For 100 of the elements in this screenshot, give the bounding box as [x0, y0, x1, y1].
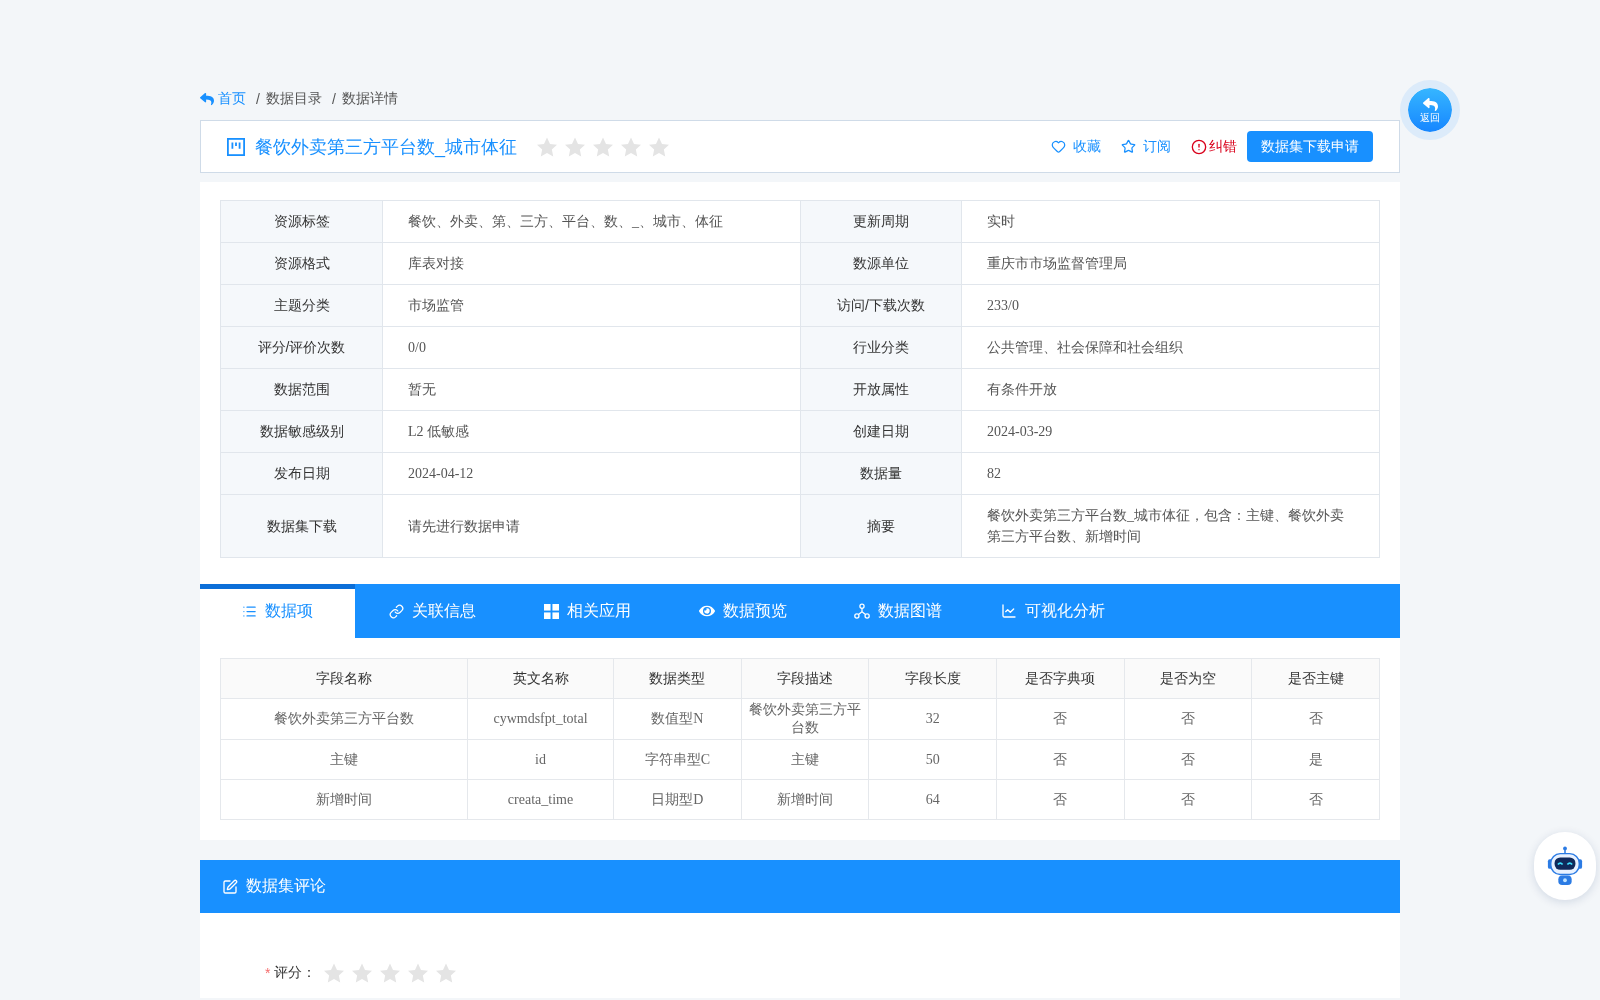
info-value: 实时	[962, 201, 1380, 243]
tab[interactable]: 数据图谱	[820, 584, 975, 638]
back-button[interactable]: 返回	[1400, 80, 1460, 140]
star-icon	[565, 136, 585, 157]
star-icon	[649, 136, 669, 157]
table-cell: 日期型D	[614, 780, 742, 820]
table-cell: 主键	[221, 740, 468, 780]
star-icon	[621, 136, 641, 157]
info-label: 数源单位	[801, 243, 962, 285]
board-icon	[227, 137, 245, 156]
alert-circle-icon	[1191, 138, 1207, 155]
tab[interactable]: 数据项	[200, 584, 355, 638]
star-icon[interactable]	[352, 963, 373, 983]
breadcrumb-separator: /	[331, 91, 336, 107]
info-label: 资源格式	[221, 243, 383, 285]
table-cell: 否	[1252, 699, 1380, 740]
table-cell: 餐饮外卖第三方平台数	[221, 699, 468, 740]
breadcrumb-link[interactable]: 首页	[200, 90, 246, 108]
column-header: 字段描述	[741, 659, 870, 699]
info-value: L2 低敏感	[383, 411, 801, 453]
download-request-button[interactable]: 数据集下载申请	[1247, 131, 1373, 162]
nodes-icon	[853, 603, 870, 619]
report-error-link[interactable]: 纠错	[1191, 137, 1237, 156]
column-header: 是否为空	[1124, 659, 1253, 699]
line-chart-icon	[1000, 603, 1017, 619]
info-value: 暂无	[383, 369, 801, 411]
table-cell: id	[468, 740, 614, 780]
info-label: 访问/下载次数	[801, 285, 962, 327]
star-icon	[537, 136, 557, 157]
heart-icon	[1051, 139, 1066, 154]
reply-arrow-icon	[200, 92, 214, 106]
star-icon[interactable]	[408, 963, 429, 983]
info-label: 数据量	[801, 453, 962, 495]
table-cell: 64	[869, 780, 997, 820]
info-label: 创建日期	[801, 411, 962, 453]
table-cell: 32	[869, 699, 997, 740]
table-cell: 主键	[741, 740, 870, 780]
info-value: 0/0	[383, 327, 801, 369]
table-cell: 50	[869, 740, 997, 780]
star-icon	[593, 136, 613, 157]
info-value: 市场监管	[383, 285, 801, 327]
dataset-title: 餐饮外卖第三方平台数_城市体征	[255, 135, 517, 159]
column-header: 字段名称	[221, 659, 468, 699]
info-value: 重庆市市场监督管理局	[962, 243, 1380, 285]
info-value: 233/0	[962, 285, 1380, 327]
info-label: 数据集下载	[221, 495, 383, 558]
assistant-button[interactable]	[1534, 832, 1596, 900]
info-value: 餐饮外卖第三方平台数_城市体征，包含：主键、餐饮外卖第三方平台数、新增时间	[962, 495, 1380, 558]
info-label: 摘要	[801, 495, 962, 558]
tab[interactable]: 相关应用	[510, 584, 665, 638]
breadcrumb-link[interactable]: 数据目录	[265, 90, 322, 108]
info-value: 82	[962, 453, 1380, 495]
grid-icon	[544, 603, 559, 619]
action-link[interactable]: 订阅	[1121, 137, 1171, 156]
table-cell: 否	[1252, 780, 1380, 820]
column-header: 数据类型	[614, 659, 742, 699]
tab[interactable]: 关联信息	[355, 584, 510, 638]
reply-arrow-icon	[1422, 96, 1438, 112]
table-cell: 否	[1124, 740, 1253, 780]
table-cell: 新增时间	[741, 780, 870, 820]
info-value: 2024-03-29	[962, 411, 1380, 453]
tab[interactable]: 数据预览	[665, 584, 820, 638]
section-title: 数据集评论	[246, 876, 326, 896]
star-icon[interactable]	[324, 963, 345, 983]
column-header: 是否字典项	[997, 659, 1125, 699]
action-link[interactable]: 收藏	[1051, 137, 1101, 156]
table-cell: creata_time	[468, 780, 614, 820]
breadcrumb-link[interactable]: 数据详情	[341, 90, 398, 108]
table-cell: 否	[997, 740, 1125, 780]
info-label: 发布日期	[221, 453, 383, 495]
breadcrumb-separator: /	[256, 91, 260, 107]
info-value: 有条件开放	[962, 369, 1380, 411]
list-icon	[242, 603, 257, 619]
edit-icon	[222, 878, 238, 895]
table-cell: 餐饮外卖第三方平台数	[741, 699, 870, 740]
star-outline-icon	[1121, 139, 1136, 154]
column-header: 是否主键	[1252, 659, 1380, 699]
star-icon[interactable]	[436, 963, 457, 983]
info-label: 资源标签	[221, 201, 383, 243]
eye-icon	[698, 603, 715, 619]
table-cell: 否	[1124, 780, 1253, 820]
table-cell: 是	[1252, 740, 1380, 780]
info-label: 数据范围	[221, 369, 383, 411]
table-cell: 数值型N	[614, 699, 742, 740]
star-icon[interactable]	[380, 963, 401, 983]
tab[interactable]: 可视化分析	[975, 584, 1130, 638]
info-value: 餐饮、外卖、第、三方、平台、数、_、城市、体征	[383, 201, 801, 243]
robot-icon	[1546, 846, 1584, 886]
required-mark: *	[265, 965, 271, 981]
info-label: 主题分类	[221, 285, 383, 327]
table-cell: 否	[997, 699, 1125, 740]
info-value: 库表对接	[383, 243, 801, 285]
table-cell: 新增时间	[221, 780, 468, 820]
table-cell: 字符串型C	[614, 740, 742, 780]
rating-label: 评分：	[274, 964, 317, 982]
table-cell: cywmdsfpt_total	[468, 699, 614, 740]
column-header: 英文名称	[468, 659, 614, 699]
table-cell: 否	[1124, 699, 1253, 740]
info-value: 2024-04-12	[383, 453, 801, 495]
info-label: 行业分类	[801, 327, 962, 369]
